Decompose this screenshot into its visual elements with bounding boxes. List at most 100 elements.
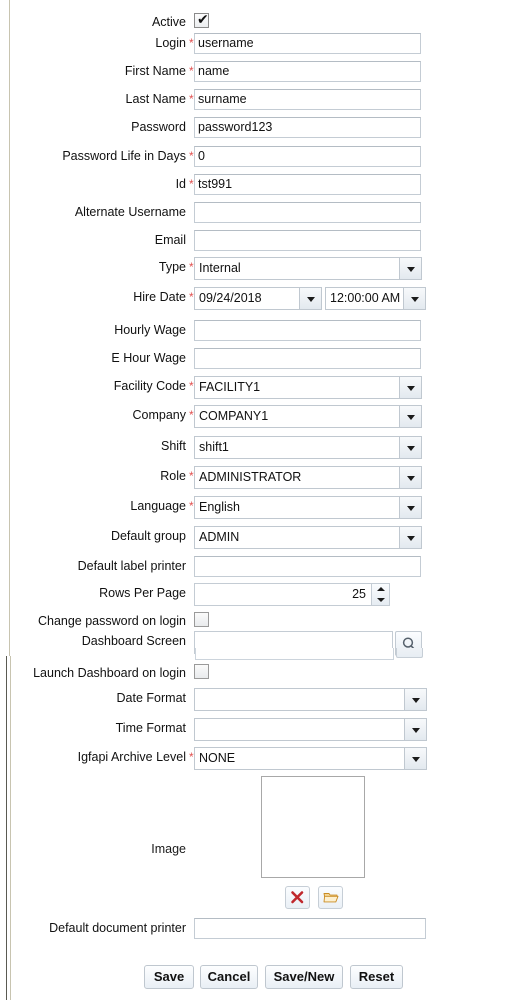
row-role: Role * ADMINISTRATOR: [0, 466, 527, 494]
row-rows-per-page: Rows Per Page 25: [0, 583, 527, 611]
row-password-life-in-days: Password Life in Days * 0: [0, 146, 527, 174]
date-format-label: Date Format: [116, 691, 186, 705]
chevron-down-icon[interactable]: [399, 437, 421, 458]
chevron-down-icon[interactable]: [404, 689, 426, 710]
password-label: Password: [131, 120, 186, 134]
hire-date-value: 09/24/2018: [199, 291, 262, 305]
email-input[interactable]: [194, 230, 421, 251]
time-format-select[interactable]: [194, 718, 427, 741]
row-time-format: Time Format: [0, 718, 527, 746]
hire-date-select[interactable]: 09/24/2018: [194, 287, 322, 310]
email-label: Email: [154, 233, 186, 247]
row-default-group: Default group ADMIN: [0, 526, 527, 554]
default-document-printer-input[interactable]: [194, 918, 426, 939]
launch-dashboard-on-login-checkbox[interactable]: [194, 664, 209, 679]
active-label: Active: [151, 15, 186, 29]
date-format-select[interactable]: [194, 688, 427, 711]
default-group-select[interactable]: ADMIN: [194, 526, 422, 549]
row-company: Company * COMPANY1: [0, 405, 527, 433]
password-life-in-days-input[interactable]: 0: [194, 146, 421, 167]
igfapi-archive-level-selected-value: NONE: [199, 751, 236, 765]
default-label-printer-input[interactable]: [194, 556, 421, 577]
role-select[interactable]: ADMINISTRATOR: [194, 466, 422, 489]
role-label: Role: [160, 469, 186, 483]
type-select[interactable]: Internal: [194, 257, 422, 280]
required-marker: *: [189, 290, 194, 304]
chevron-down-icon[interactable]: [403, 288, 425, 309]
stepper-down-icon[interactable]: [372, 595, 389, 606]
id-input[interactable]: tst991: [194, 174, 421, 195]
row-igfapi-archive-level: Igfapi Archive Level * NONE: [0, 747, 527, 775]
hourly-wage-input[interactable]: [194, 320, 421, 341]
rows-per-page-stepper[interactable]: 25: [194, 583, 390, 606]
stepper-buttons: [372, 583, 390, 606]
language-selected-value: English: [199, 500, 240, 514]
login-input[interactable]: username: [194, 33, 421, 54]
alternate-username-input[interactable]: [194, 202, 421, 223]
required-marker: *: [189, 469, 194, 483]
chevron-down-icon[interactable]: [399, 467, 421, 488]
rows-per-page-input[interactable]: 25: [194, 583, 372, 606]
default-group-selected-value: ADMIN: [199, 530, 240, 544]
company-label: Company: [132, 408, 187, 422]
last-name-input[interactable]: surname: [194, 89, 421, 110]
chevron-down-icon[interactable]: [399, 377, 421, 398]
chevron-down-icon[interactable]: [404, 719, 426, 740]
required-marker: *: [189, 177, 194, 191]
required-marker: *: [189, 750, 194, 764]
required-marker: *: [189, 149, 194, 163]
row-hire-date: Hire Date * 09/24/2018 12:00:00 AM: [0, 287, 527, 315]
company-select[interactable]: COMPANY1: [194, 405, 422, 428]
cancel-button[interactable]: Cancel: [200, 965, 258, 989]
browse-image-button[interactable]: [318, 886, 343, 909]
clipped-lookup-input: [195, 648, 394, 660]
default-label-printer-label: Default label printer: [77, 559, 186, 573]
save-new-button[interactable]: Save/New: [265, 965, 343, 989]
id-label: Id: [175, 177, 186, 191]
igfapi-archive-level-select[interactable]: NONE: [194, 747, 427, 770]
chevron-down-icon[interactable]: [399, 497, 421, 518]
save-button[interactable]: Save: [144, 965, 194, 989]
e-hour-wage-input[interactable]: [194, 348, 421, 369]
change-password-on-login-label: Change password on login: [37, 614, 186, 628]
reset-button[interactable]: Reset: [350, 965, 403, 989]
login-label: Login: [155, 36, 186, 50]
row-shift: Shift shift1: [0, 436, 527, 464]
chevron-down-icon[interactable]: [399, 406, 421, 427]
active-checkbox[interactable]: ✔: [194, 12, 209, 28]
language-label: Language: [130, 499, 186, 513]
required-marker: *: [189, 260, 194, 274]
time-format-selected-value: [195, 719, 404, 740]
chevron-down-icon[interactable]: [299, 288, 321, 309]
clear-image-button[interactable]: [285, 886, 310, 909]
image-preview-box[interactable]: [261, 776, 365, 878]
row-type: Type * Internal: [0, 257, 527, 285]
facility-code-select[interactable]: FACILITY1: [194, 376, 422, 399]
row-last-name: Last Name * surname: [0, 89, 527, 117]
first-name-input[interactable]: name: [194, 61, 421, 82]
time-format-label: Time Format: [115, 721, 186, 735]
required-marker: *: [189, 36, 194, 50]
row-e-hour-wage: E Hour Wage: [0, 348, 527, 376]
row-date-format: Date Format: [0, 688, 527, 716]
hire-date-label: Hire Date: [133, 290, 186, 304]
row-first-name: First Name * name: [0, 61, 527, 89]
row-facility-code: Facility Code * FACILITY1: [0, 376, 527, 404]
change-password-on-login-checkbox[interactable]: [194, 612, 209, 627]
chevron-down-icon[interactable]: [399, 527, 421, 548]
stepper-up-icon[interactable]: [372, 584, 389, 595]
e-hour-wage-label: E Hour Wage: [111, 351, 186, 365]
shift-select[interactable]: shift1: [194, 436, 422, 459]
row-hourly-wage: Hourly Wage: [0, 320, 527, 348]
language-select[interactable]: English: [194, 496, 422, 519]
type-label: Type: [158, 260, 186, 274]
required-marker: *: [189, 408, 194, 422]
last-name-label: Last Name: [125, 92, 186, 106]
chevron-down-icon[interactable]: [404, 748, 426, 769]
row-language: Language * English: [0, 496, 527, 524]
shift-selected-value: shift1: [199, 440, 229, 454]
clipped-lookup-button: [396, 648, 423, 658]
hire-time-select[interactable]: 12:00:00 AM: [325, 287, 426, 310]
password-input[interactable]: password123: [194, 117, 421, 138]
chevron-down-icon[interactable]: [399, 258, 421, 279]
